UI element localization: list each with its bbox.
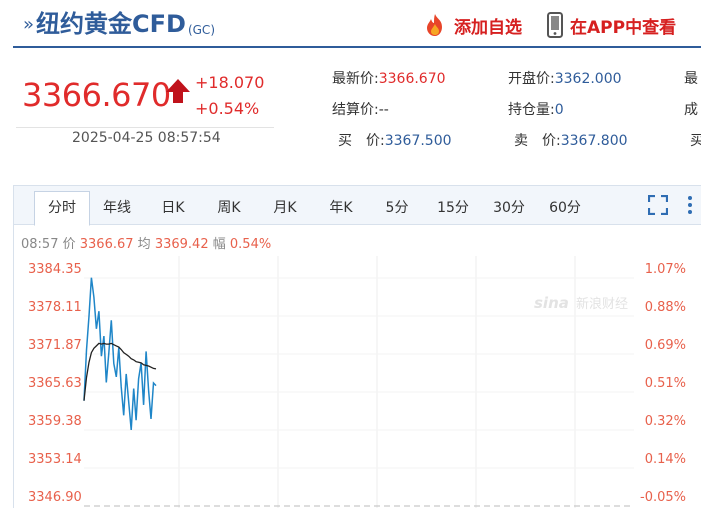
page-header: » 纽约黄金CFD (GC) 添加自选 在APP中查看 [13,0,701,48]
field-value: 0 [554,102,564,118]
intraday-chart[interactable]: sina 新浪财经 3384.35 3378.11 3371.87 3365.63 33… [14,256,701,508]
add-watchlist-label: 添加自选 [454,17,522,38]
tab-5min[interactable]: 5分 [370,192,424,224]
y-tick-label-right: 0.69% [645,338,686,353]
field-open-interest: 持仓量:0 [508,99,564,119]
tab-year-line[interactable]: 年线 [90,192,144,224]
tab-yearly-k[interactable]: 年K [314,192,368,224]
flame-icon [427,14,442,36]
field-ask: 卖 价:3367.800 [514,130,628,150]
more-options-icon[interactable] [686,195,694,215]
tab-60min[interactable]: 60分 [538,192,592,224]
field-label: 成 [684,102,698,118]
info-price: 3366.67 [79,237,134,252]
y-tick-label-right: 0.88% [645,300,686,315]
y-tick-label-right: -0.05% [640,490,686,505]
field-settle: 结算价:-- [332,99,389,119]
y-tick-label-left: 3378.11 [28,300,82,315]
open-in-app-label: 在APP中查看 [570,17,677,38]
phone-icon [547,12,563,38]
instrument-title: » 纽约黄金CFD (GC) [23,10,215,38]
tab-intraday[interactable]: 分时 [34,191,90,226]
field-extra-truncated: 买 [690,130,701,150]
field-label: 最 [684,71,698,87]
info-amp-label: 幅 [212,237,226,252]
tab-daily-k[interactable]: 日K [146,192,200,224]
page: » 纽约黄金CFD (GC) 添加自选 在APP中查看 3366.670 +18… [0,0,701,508]
field-label: 开盘价: [508,71,555,87]
double-chevron-icon: » [23,14,35,35]
open-in-app-button[interactable]: 在APP中查看 [546,12,676,38]
field-volume-truncated: 成 [684,99,698,119]
field-high-truncated: 最 [684,68,698,88]
y-tick-label-right: 0.14% [645,452,686,467]
y-tick-label-right: 0.32% [645,414,686,429]
field-value: 3367.500 [384,133,452,149]
field-open: 开盘价:3362.000 [508,68,622,88]
tab-monthly-k[interactable]: 月K [258,192,312,224]
info-avg: 3369.42 [154,237,209,252]
period-tabs: 分时 年线 日K 周K 月K 年K 5分 15分 30分 60分 [14,186,701,226]
instrument-name: 纽约黄金CFD [36,10,186,38]
quote-timestamp: 2025-04-25 08:57:54 [72,130,221,146]
instrument-code: (GC) [187,23,215,37]
y-tick-label-right: 0.51% [645,376,686,391]
field-label: 持仓量: [508,102,555,118]
watermark: sina 新浪财经 [534,294,628,312]
field-label: 买 [690,133,701,149]
y-tick-label-left: 3365.63 [28,376,82,391]
fullscreen-icon[interactable] [648,195,668,215]
field-value: 3366.670 [378,71,446,87]
field-value: 3362.000 [554,71,622,87]
y-tick-label-left: 3384.35 [28,262,82,277]
chart-panel: 分时 年线 日K 周K 月K 年K 5分 15分 30分 60分 08:57 价… [13,185,701,508]
y-tick-label-right: 1.07% [645,262,686,277]
field-value: -- [378,102,389,118]
watermark-text: 新浪财经 [576,296,628,312]
price-change: +18.070 [195,73,265,92]
divider [16,127,274,128]
field-value: 3367.800 [560,133,628,149]
price-change-pct: +0.54% [195,99,260,118]
tab-15min[interactable]: 15分 [426,192,480,224]
y-tick-label-left: 3359.38 [28,414,82,429]
info-amp: 0.54% [229,237,272,252]
y-tick-label-left: 3353.14 [28,452,82,467]
field-label: 卖 价: [514,133,561,149]
add-watchlist-button[interactable]: 添加自选 [422,12,522,38]
tab-30min[interactable]: 30分 [482,192,536,224]
y-tick-label-left: 3346.90 [28,490,82,505]
field-latest: 最新价:3366.670 [332,68,446,88]
info-avg-label: 均 [137,237,151,252]
field-bid: 买 价:3367.500 [338,130,452,150]
watermark-logo: sina [534,294,569,312]
current-price: 3366.670 [22,76,171,114]
y-tick-label-left: 3371.87 [28,338,82,353]
field-label: 结算价: [332,102,379,118]
up-arrow-icon [166,79,190,103]
tab-weekly-k[interactable]: 周K [202,192,256,224]
field-label: 最新价: [332,71,379,87]
field-label: 买 价: [338,133,385,149]
info-price-label: 价 [62,237,76,252]
info-time: 08:57 [21,237,59,252]
crosshair-info: 08:57 价 3366.67 均 3369.42 幅 0.54% [21,233,271,252]
